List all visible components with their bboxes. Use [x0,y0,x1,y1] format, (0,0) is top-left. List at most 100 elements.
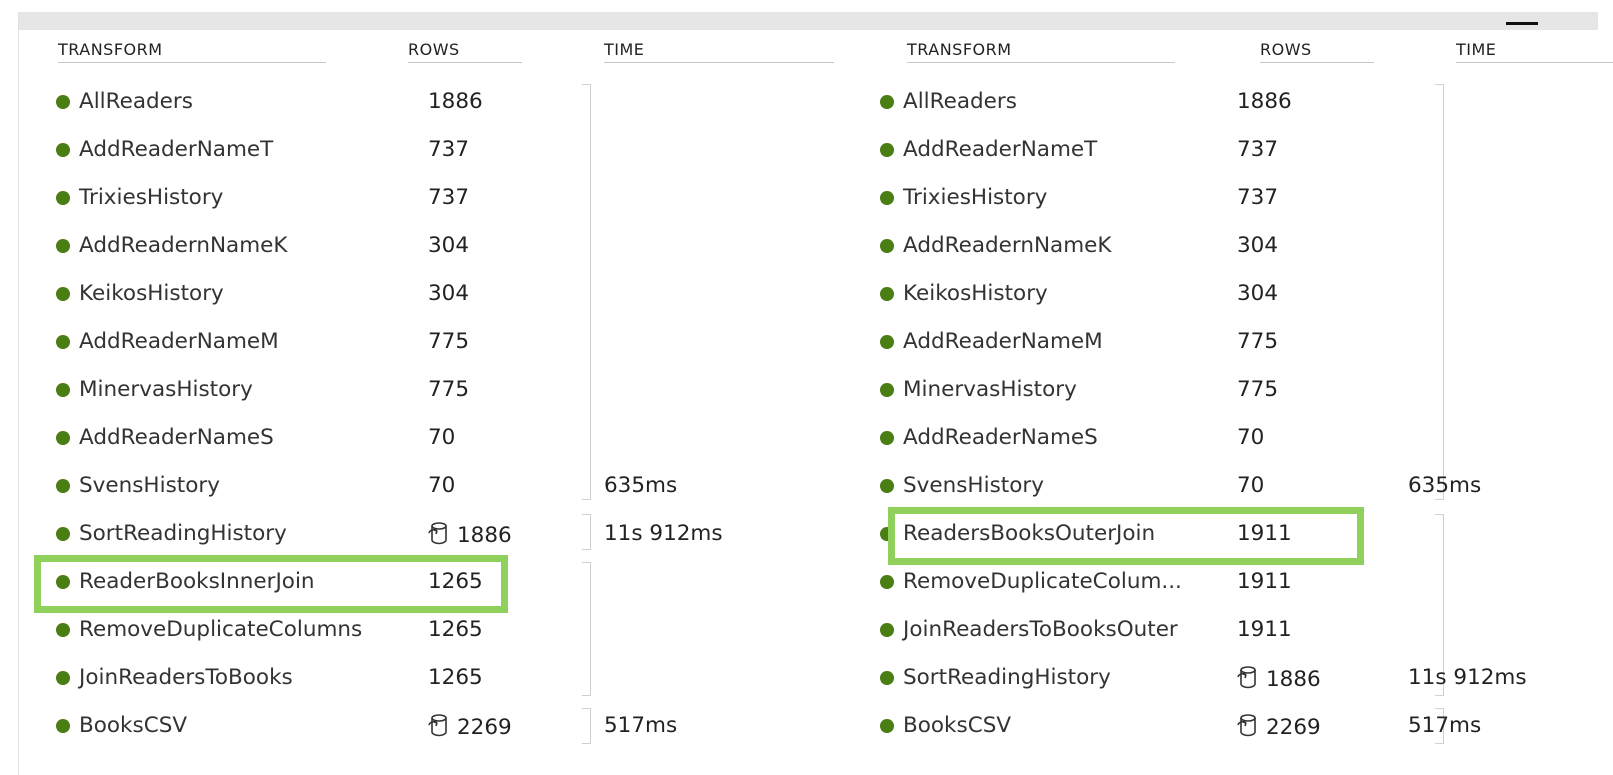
status-dot-icon [56,95,70,109]
time-value: 517ms [604,713,678,738]
table-row[interactable]: RemoveDuplicateColumns 1265 [0,609,848,657]
transform-name: KeikosHistory [79,281,224,306]
table-row[interactable]: AddReadernNameK 304 [848,225,1613,273]
header-time[interactable]: TIME [1456,40,1613,64]
table-row[interactable]: BooksCSV 2269 517ms [848,705,1613,753]
row-count: 775 [1237,329,1279,354]
transform-name: TrixiesHistory [79,185,224,210]
row-count: 737 [428,185,470,210]
transform-name: RemoveDuplicateColum... [903,569,1182,594]
transform-name: BooksCSV [903,713,1012,738]
row-count: 70 [1237,425,1265,450]
status-dot-icon [56,479,70,493]
row-count-value: 1886 [457,523,512,548]
table-row[interactable]: AddReaderNameT 737 [848,129,1613,177]
time-value: 517ms [1408,713,1482,738]
transform-name: AddReaderNameM [903,329,1103,354]
cache-icon [428,714,447,737]
header-rows[interactable]: ROWS [1260,40,1374,64]
transform-name: AddReaderNameS [79,425,274,450]
table-row[interactable]: JoinReadersToBooksOuter 1911 [848,609,1613,657]
header-transform-label: TRANSFORM [58,40,163,59]
status-dot-icon [880,575,894,589]
table-row[interactable]: JoinReadersToBooks 1265 [0,657,848,705]
header-time[interactable]: TIME [604,40,834,64]
table-row[interactable]: KeikosHistory 304 [0,273,848,321]
transform-name: SortReadingHistory [79,521,287,546]
table-row[interactable]: AddReaderNameS 70 [0,417,848,465]
header-underline [58,62,326,63]
transform-name: JoinReadersToBooksOuter [903,617,1178,642]
status-dot-icon [56,431,70,445]
transform-name: AddReaderNameT [79,137,274,162]
row-count: 1886 [427,521,512,548]
row-count: 304 [1237,233,1279,258]
highlight-box [888,507,1364,565]
status-dot-icon [56,671,70,685]
status-dot-icon [56,383,70,397]
time-value: 11s 912ms [604,521,723,546]
transform-name: MinervasHistory [79,377,253,402]
table-row[interactable]: AllReaders 1886 [848,81,1613,129]
status-dot-icon [56,623,70,637]
table-row[interactable]: SortReadingHistory 1886 11s 912ms [0,513,848,561]
transform-name: AddReaderNameT [903,137,1098,162]
table-row[interactable]: AddReadernNameK 304 [0,225,848,273]
header-rows[interactable]: ROWS [408,40,522,64]
table-row[interactable]: AddReaderNameM 775 [0,321,848,369]
transform-name: TrixiesHistory [903,185,1048,210]
row-count: 70 [428,425,456,450]
table-row[interactable]: AddReaderNameS 70 [848,417,1613,465]
status-dot-icon [56,719,70,733]
table-row[interactable]: TrixiesHistory 737 [0,177,848,225]
table-row[interactable]: AddReaderNameT 737 [0,129,848,177]
status-dot-icon [880,335,894,349]
transform-name: AddReaderNameM [79,329,279,354]
status-dot-icon [880,383,894,397]
status-dot-icon [56,191,70,205]
row-count: 737 [1237,185,1279,210]
status-dot-icon [880,239,894,253]
status-dot-icon [56,143,70,157]
table-row[interactable]: KeikosHistory 304 [848,273,1613,321]
row-count-value: 2269 [457,715,512,740]
row-count: 1265 [428,617,483,642]
row-count: 1911 [1237,569,1292,594]
row-count: 2269 [1236,713,1321,740]
cache-icon [428,522,447,545]
status-dot-icon [56,527,70,541]
header-underline [408,62,522,63]
header-underline [1456,62,1613,63]
row-count: 775 [428,377,470,402]
status-dot-icon [880,719,894,733]
time-value: 635ms [604,473,678,498]
status-dot-icon [880,191,894,205]
row-count: 1886 [1236,665,1321,692]
status-dot-icon [880,95,894,109]
header-transform[interactable]: TRANSFORM [907,40,1175,64]
header-underline [907,62,1175,63]
header-time-label: TIME [1456,40,1497,59]
transform-name: MinervasHistory [903,377,1077,402]
row-count: 775 [1237,377,1279,402]
transform-name: AddReadernNameK [79,233,288,258]
table-row[interactable]: RemoveDuplicateColum... 1911 [848,561,1613,609]
status-dot-icon [880,479,894,493]
table-row[interactable]: AddReaderNameM 775 [848,321,1613,369]
right-panel: TRANSFORM ROWS TIME AllReaders 1886 AddRea… [848,0,1613,775]
table-row[interactable]: AllReaders 1886 [0,81,848,129]
transform-name: AllReaders [79,89,193,114]
table-row[interactable]: MinervasHistory 775 [848,369,1613,417]
table-row[interactable]: SvensHistory 70 635ms [0,465,848,513]
table-row[interactable]: MinervasHistory 775 [0,369,848,417]
table-row[interactable]: SortReadingHistory 1886 11s 912ms [848,657,1613,705]
table-row[interactable]: BooksCSV 2269 517ms [0,705,848,753]
transform-name: SvensHistory [79,473,220,498]
header-transform[interactable]: TRANSFORM [58,40,326,64]
transform-name: BooksCSV [79,713,188,738]
table-row[interactable]: TrixiesHistory 737 [848,177,1613,225]
time-value: 11s 912ms [1408,665,1527,690]
status-dot-icon [880,431,894,445]
transform-name: SvensHistory [903,473,1044,498]
table-row[interactable]: SvensHistory 70 635ms [848,465,1613,513]
